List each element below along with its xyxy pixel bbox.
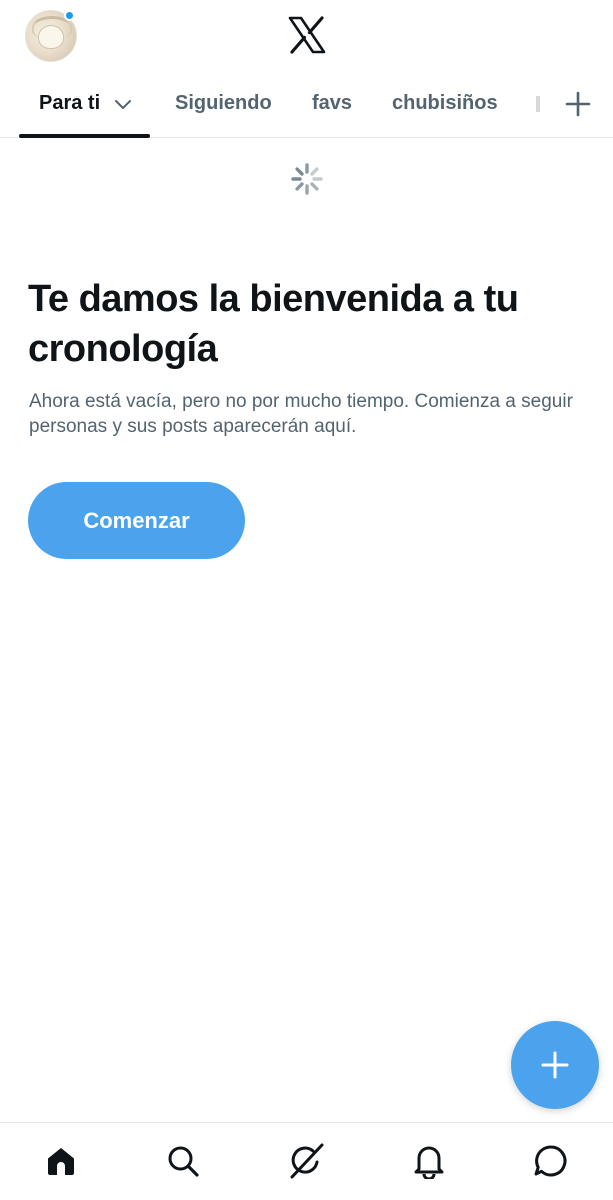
nav-home[interactable] [41, 1141, 81, 1181]
tab-label: chubisiños [392, 92, 498, 114]
welcome-title: Te damos la bienvenida a tu cronología [28, 278, 519, 370]
search-icon [168, 1146, 199, 1177]
home-icon [48, 1148, 74, 1175]
nav-notifications[interactable] [409, 1141, 449, 1181]
tab-label: Siguiendo [175, 92, 272, 114]
tab-label: Para ti [39, 92, 101, 114]
top-header [0, 0, 613, 70]
notification-dot [64, 10, 75, 21]
nav-grok[interactable] [286, 1141, 326, 1181]
messages-icon [534, 1145, 567, 1177]
welcome-description: Ahora está vacía, pero no por mucho tiem… [29, 391, 573, 437]
start-button[interactable]: Comenzar [28, 482, 245, 559]
active-tab-indicator [19, 134, 150, 138]
tab-para-ti[interactable]: Para ti [39, 70, 132, 137]
timeline-tabs: Para ti Siguiendo favs chubisiños [0, 70, 613, 138]
x-logo-icon[interactable] [287, 15, 327, 55]
spinner-icon [291, 163, 323, 195]
grok-icon [290, 1143, 324, 1179]
tab-chubisinos[interactable]: chubisiños [392, 70, 498, 137]
bell-icon [414, 1146, 444, 1179]
tab-label: favs [312, 92, 353, 114]
nav-search[interactable] [163, 1141, 203, 1181]
tab-siguiendo[interactable]: Siguiendo [175, 70, 272, 137]
tab-favs[interactable]: favs [312, 70, 352, 137]
avatar-face-shape [38, 25, 64, 49]
nav-messages[interactable] [531, 1141, 571, 1181]
tab-overflow-fade [536, 96, 540, 112]
chevron-down-icon[interactable] [114, 98, 132, 110]
compose-fab[interactable] [511, 1021, 599, 1109]
plus-icon [541, 1051, 569, 1079]
bottom-navigation [0, 1122, 613, 1200]
plus-icon[interactable] [564, 90, 592, 118]
